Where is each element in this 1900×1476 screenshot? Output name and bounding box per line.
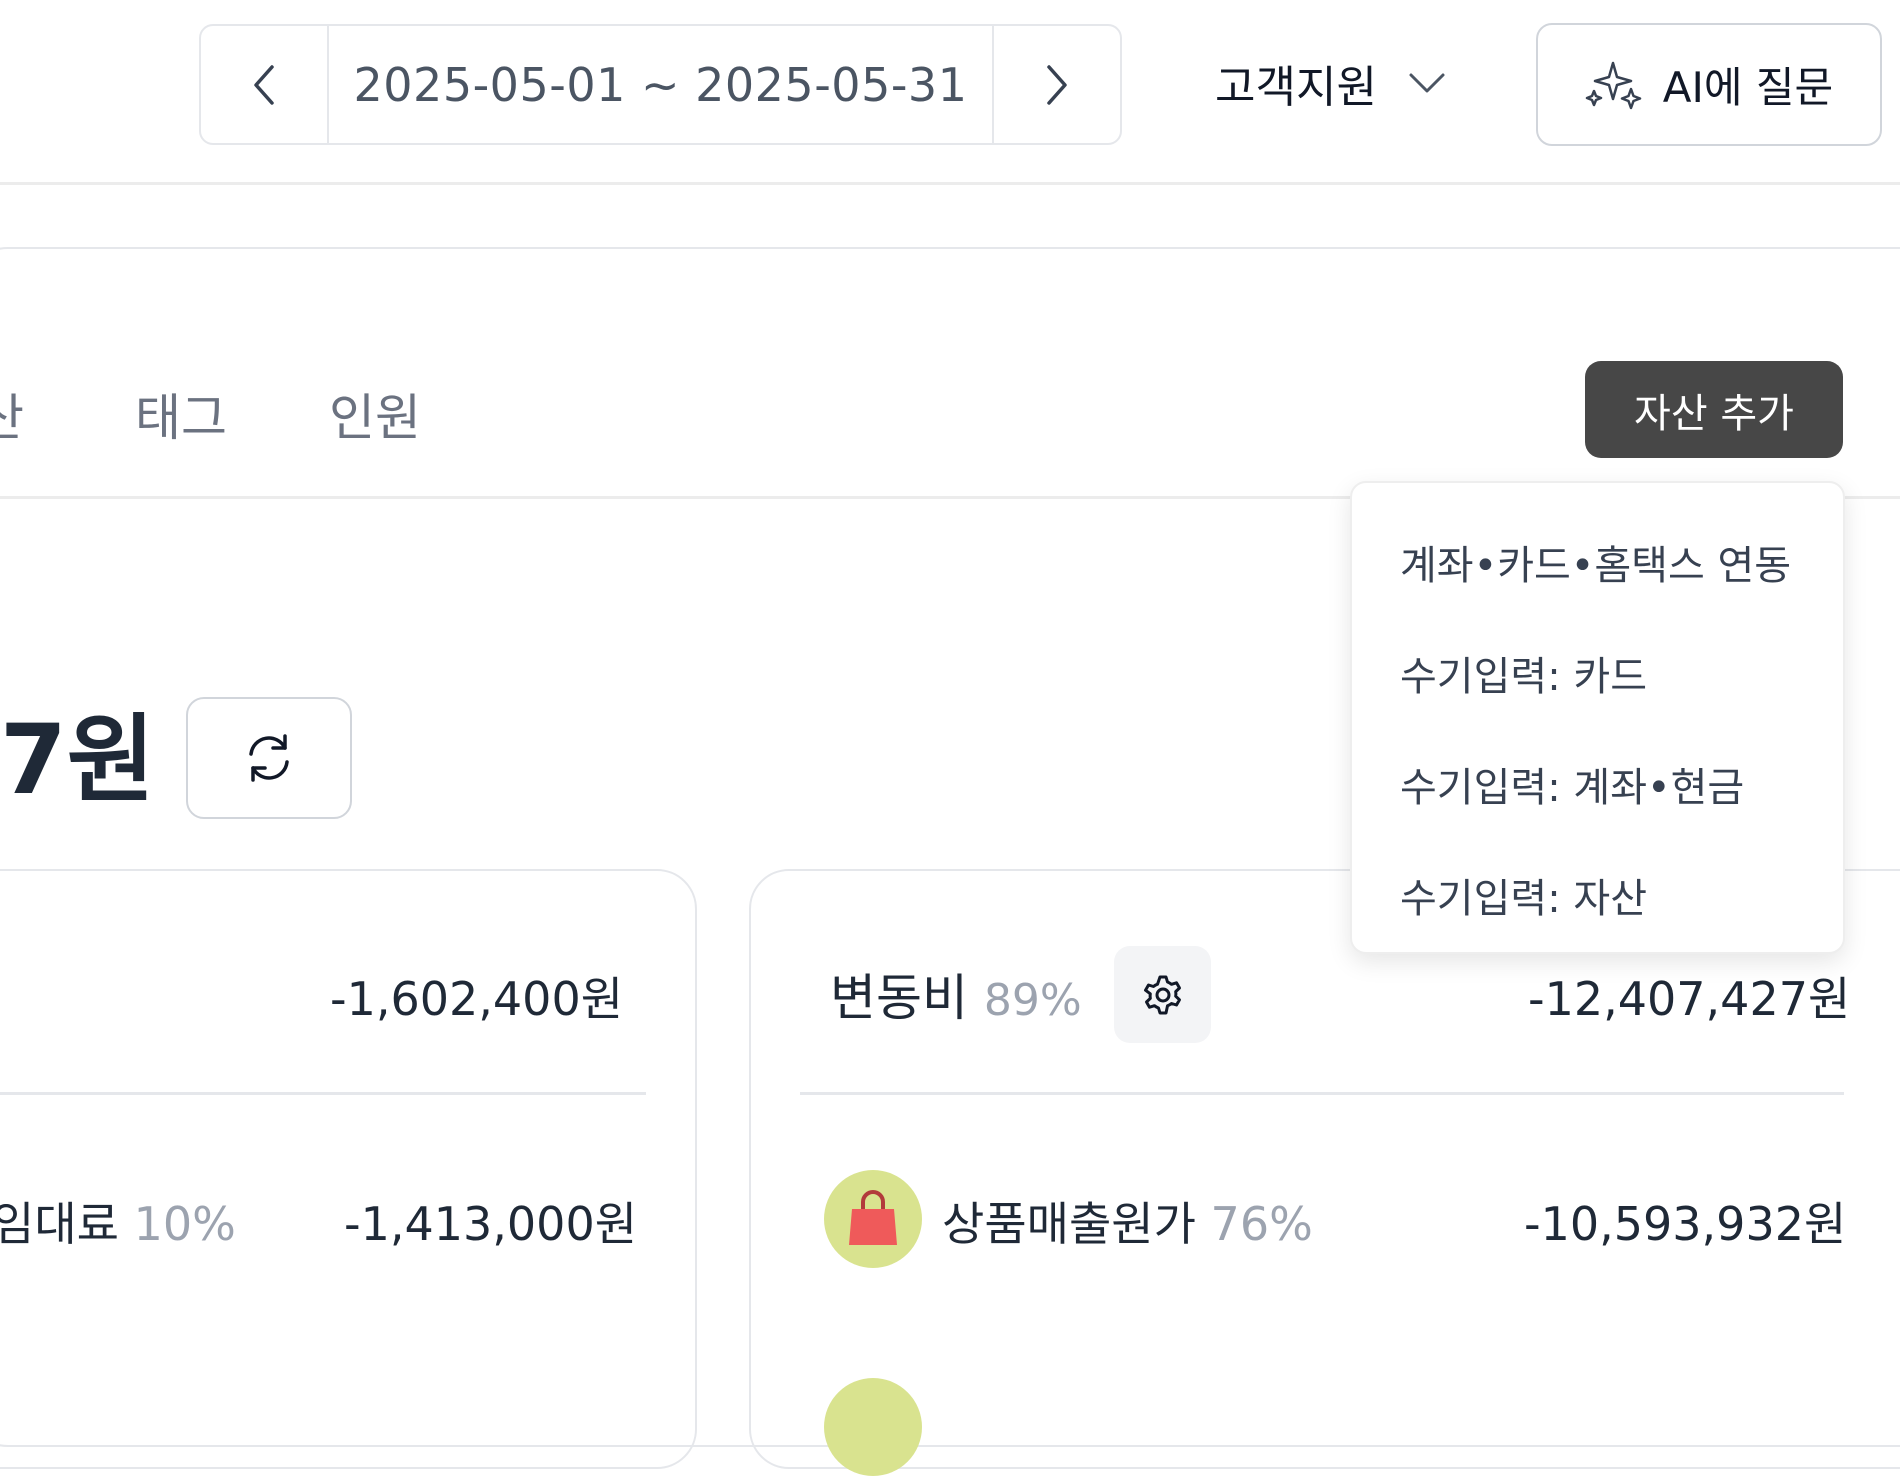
support-label: 고객지원 — [1215, 62, 1377, 113]
ask-ai-button[interactable]: AI에 질문 — [1536, 23, 1882, 146]
tab-asset[interactable]: 산 — [0, 378, 24, 450]
tab-tags[interactable]: 태그 — [135, 378, 227, 450]
menu-item-manual-card[interactable]: 수기입력: 카드 — [1400, 644, 1647, 702]
variable-cost-heading: 변동비 89% — [830, 958, 1082, 1030]
menu-item-manual-account-cash[interactable]: 수기입력: 계좌•현금 — [1400, 755, 1744, 813]
fixed-cost-row[interactable]: 임대료 10% — [0, 1188, 236, 1254]
tab-members[interactable]: 인원 — [329, 378, 421, 450]
variable-cost-percent: 89% — [983, 975, 1082, 1026]
date-range-picker: 2025-05-01 ~ 2025-05-31 — [199, 24, 1122, 145]
row-name: 임대료 — [0, 1197, 119, 1251]
shopping-bag-icon — [849, 1190, 897, 1245]
sparkles-icon — [1585, 61, 1642, 109]
row-percent: 76% — [1210, 1197, 1313, 1251]
variable-cost-row[interactable]: 상품매출원가 76% — [942, 1188, 1313, 1254]
chevron-left-icon — [254, 64, 274, 105]
fixed-cost-total: -1,602,400원 — [330, 972, 624, 1026]
header-divider — [0, 182, 1900, 185]
add-asset-dropdown: 계좌•카드•홈택스 연동 수기입력: 카드 수기입력: 계좌•현금 수기입력: … — [1350, 481, 1845, 954]
ask-ai-label: AI에 질문 — [1662, 63, 1834, 112]
settings-button[interactable] — [1114, 946, 1211, 1043]
add-asset-button[interactable]: 자산 추가 — [1585, 361, 1843, 458]
fixed-row-amount: -1,413,000원 — [344, 1197, 638, 1251]
chevron-right-icon — [1047, 64, 1067, 105]
row-percent: 10% — [133, 1197, 236, 1251]
support-menu[interactable]: 고객지원 — [1215, 48, 1447, 118]
prev-period-button[interactable] — [201, 26, 329, 143]
row-name: 상품매출원가 — [942, 1197, 1196, 1251]
menu-item-link-accounts[interactable]: 계좌•카드•홈택스 연동 — [1400, 533, 1791, 591]
variable-row-amount: -10,593,932원 — [1524, 1197, 1847, 1251]
category-avatar — [824, 1378, 922, 1476]
refresh-icon — [249, 734, 289, 782]
variable-card-divider — [800, 1092, 1844, 1095]
fixed-card-divider — [0, 1092, 646, 1095]
next-period-button[interactable] — [992, 26, 1120, 143]
total-amount: 7원 — [0, 704, 156, 816]
variable-cost-total: -12,407,427원 — [1528, 972, 1851, 1026]
fixed-cost-card — [0, 869, 697, 1469]
chevron-down-icon — [1409, 73, 1445, 93]
refresh-button[interactable] — [186, 697, 352, 819]
date-range-text[interactable]: 2025-05-01 ~ 2025-05-31 — [329, 26, 992, 143]
category-avatar — [824, 1170, 922, 1268]
variable-cost-title: 변동비 — [830, 969, 968, 1027]
menu-item-manual-asset[interactable]: 수기입력: 자산 — [1400, 866, 1647, 924]
gear-icon — [1143, 975, 1181, 1014]
